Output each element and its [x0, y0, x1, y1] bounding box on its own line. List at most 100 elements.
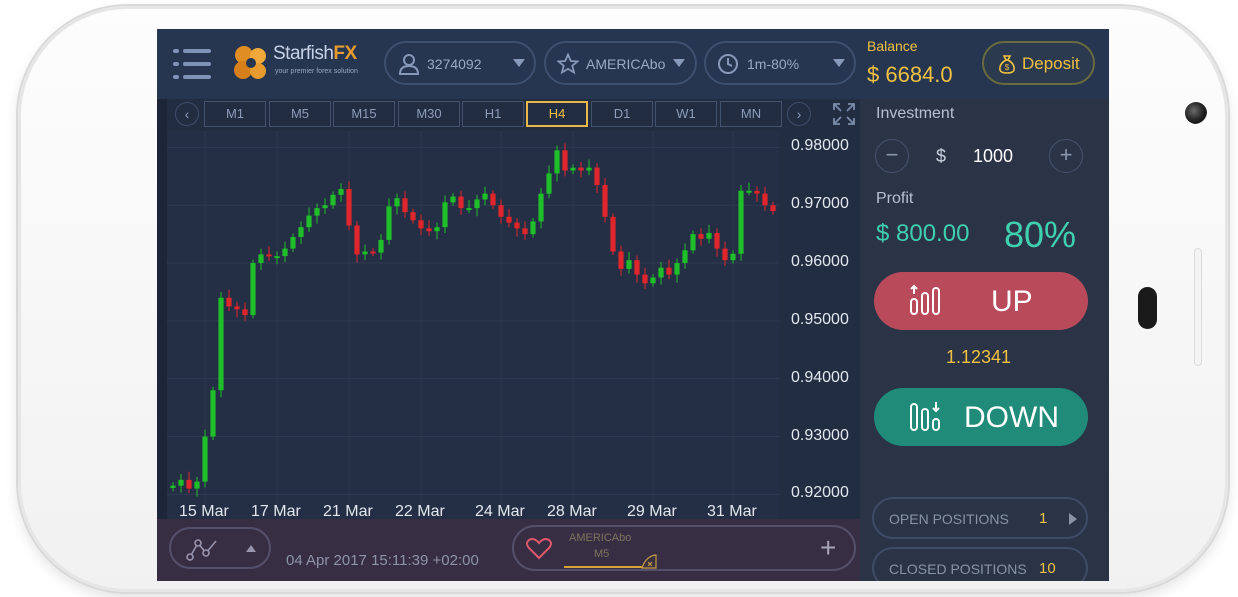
candle-body	[298, 227, 304, 238]
timeframe-prev-button[interactable]: ‹	[175, 102, 199, 126]
tab-timeframe-m15[interactable]: M15	[333, 101, 395, 127]
candle-body	[546, 173, 552, 194]
heart-icon[interactable]	[525, 537, 553, 561]
candle-body	[362, 251, 368, 255]
increase-amount-button[interactable]: +	[1049, 139, 1083, 173]
candle-body	[746, 190, 752, 193]
closed-positions-count: 10	[1039, 560, 1056, 577]
candle-body	[394, 198, 400, 207]
tab-timeframe-m30[interactable]: M30	[398, 101, 460, 127]
y-tick-label: 0.93000	[791, 426, 849, 444]
profit-value: $ 800.00	[876, 220, 970, 247]
tab-timeframe-m1[interactable]: M1	[204, 101, 266, 127]
account-selector[interactable]: 3274092	[384, 41, 536, 85]
indicators-button[interactable]	[169, 527, 271, 569]
candle-body	[682, 250, 688, 264]
candle-body	[562, 150, 568, 171]
tab-timeframe-h1[interactable]: H1	[462, 101, 524, 127]
timeframe-bar: ‹ M1 M5 M15 M30 H1 H4 D1 W1 MN ›	[167, 99, 860, 131]
investment-amount-input[interactable]: 1000	[973, 146, 1013, 167]
price-chart[interactable]: 0.98000 0.97000 0.96000 0.95000 0.94000 0.930…	[167, 131, 860, 520]
candle-body	[658, 267, 664, 278]
fullscreen-icon[interactable]	[831, 101, 857, 127]
candle-body	[610, 216, 616, 252]
candle	[202, 429, 208, 488]
candle-body	[578, 167, 584, 171]
candle-body	[282, 248, 288, 257]
candle-body	[762, 193, 768, 206]
candle-body	[538, 193, 544, 222]
candle-body	[594, 167, 600, 185]
candle-body	[466, 208, 472, 211]
candle	[250, 259, 256, 319]
candle	[218, 291, 224, 398]
tab-timeframe-m5[interactable]: M5	[269, 101, 331, 127]
tab-timeframe-mn[interactable]: MN	[720, 101, 782, 127]
closed-positions-button[interactable]: CLOSED POSITIONS 10	[872, 547, 1088, 581]
up-label: UP	[991, 285, 1033, 318]
candle-body	[170, 485, 176, 488]
active-asset-tab[interactable]: AMERICAbo M5 +	[512, 525, 856, 571]
chart-background	[167, 131, 779, 519]
chart-down-icon	[910, 402, 940, 431]
tab-timeframe-h4[interactable]: H4	[526, 101, 588, 127]
candle-body	[290, 237, 296, 249]
candle-body	[586, 167, 592, 171]
open-positions-count: 1	[1039, 510, 1048, 527]
profit-percent: 80%	[1004, 214, 1077, 255]
tab-timeframe-w1[interactable]: W1	[655, 101, 717, 127]
profit-label: Profit	[876, 190, 914, 207]
candle-body	[570, 167, 576, 171]
close-tab-icon[interactable]	[640, 553, 658, 569]
candlestick-chart[interactable]	[167, 131, 860, 519]
chevron-down-icon	[513, 59, 525, 67]
down-button[interactable]: DOWN	[874, 388, 1088, 446]
chevron-down-icon	[833, 59, 845, 67]
candle-body	[402, 198, 408, 213]
candle-body	[618, 251, 624, 269]
candle	[210, 386, 216, 440]
balance-value: $ 6684.0	[867, 62, 953, 87]
candle-body	[554, 150, 560, 174]
brand-logo: StarfishFX your premier forex solution	[231, 41, 371, 85]
y-tick-label: 0.98000	[791, 137, 849, 155]
currency-symbol: $	[936, 146, 947, 166]
candle-body	[474, 199, 480, 209]
decrease-amount-button[interactable]: −	[875, 139, 909, 173]
deposit-label: Deposit	[1022, 54, 1080, 73]
candle-body	[434, 227, 440, 232]
current-price: 1.12341	[946, 347, 1012, 367]
plus-icon[interactable]: +	[820, 533, 836, 563]
down-label: DOWN	[964, 401, 1059, 434]
hamburger-menu-icon[interactable]	[173, 47, 211, 81]
candle-body	[730, 253, 736, 261]
candle-body	[530, 221, 536, 235]
deposit-button[interactable]: $ Deposit	[982, 41, 1095, 85]
candle	[738, 184, 744, 261]
candle-body	[354, 225, 360, 255]
chevron-up-icon	[246, 545, 256, 552]
y-tick-label: 0.97000	[791, 195, 849, 213]
candle-body	[698, 234, 704, 239]
candle-body	[426, 228, 432, 232]
tab-timeframe-d1[interactable]: D1	[591, 101, 653, 127]
asset-selector[interactable]: AMERICAbo	[544, 41, 697, 85]
open-positions-button[interactable]: OPEN POSITIONS 1	[872, 497, 1088, 539]
candle-body	[754, 190, 760, 194]
timeframe-next-button[interactable]: ›	[787, 102, 811, 126]
bottom-bar: 04 Apr 2017 15:11:39 +02:00 AMERICAbo M5…	[157, 519, 860, 581]
candle-body	[218, 297, 224, 391]
candle-body	[274, 256, 280, 259]
expiry-value: 1m-80%	[747, 56, 800, 72]
up-button[interactable]: UP	[874, 272, 1088, 330]
candle-body	[418, 220, 424, 229]
candle-body	[378, 239, 384, 253]
candle-body	[714, 232, 720, 249]
starfish-logo-icon	[234, 46, 266, 79]
candle-body	[338, 189, 344, 195]
candle-body	[626, 260, 632, 269]
expiry-selector[interactable]: 1m-80%	[704, 41, 856, 85]
candle-body	[498, 205, 504, 217]
candle-body	[370, 251, 376, 254]
front-camera	[1185, 102, 1207, 124]
